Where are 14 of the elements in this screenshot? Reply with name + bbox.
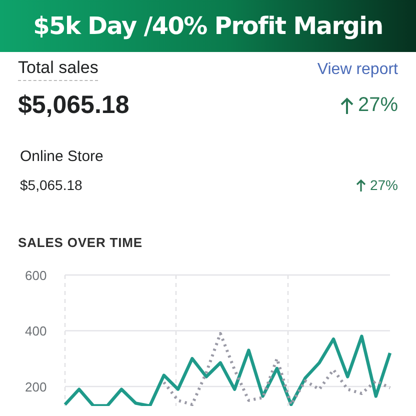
up-arrow-icon (340, 96, 354, 114)
up-arrow-icon (356, 178, 366, 192)
chart-heading: SALES OVER TIME (17, 235, 144, 250)
channel-name: Online Store (19, 148, 104, 165)
total-sales-value: $5,065.18 (18, 91, 130, 120)
y-axis-label: 400 (25, 324, 47, 339)
channel-value: $5,065.18 (19, 177, 82, 193)
total-sales-label: Total sales (18, 58, 98, 81)
y-axis-label: 600 (25, 268, 47, 283)
view-report-link[interactable]: View report (317, 60, 398, 78)
change-percent: 27% (370, 177, 398, 193)
change-percent: 27% (358, 94, 398, 117)
y-axis-label: 200 (25, 380, 47, 394)
banner-title: $5k Day /40% Profit Margin (33, 12, 383, 40)
